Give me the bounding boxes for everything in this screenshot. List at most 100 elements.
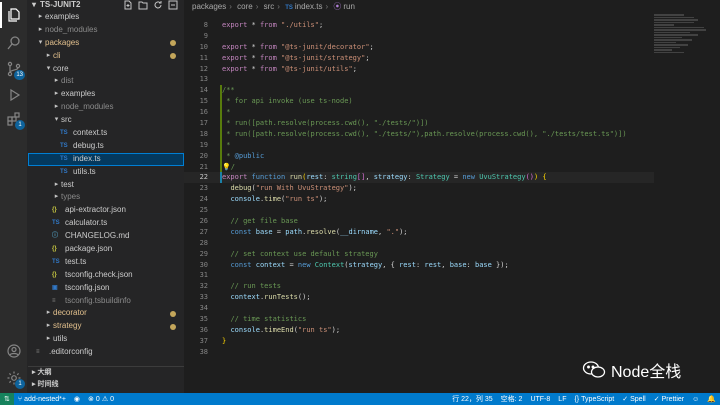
code-line[interactable]: 29 // set context use default strategy	[184, 249, 654, 260]
code-line[interactable]: 27 const base = path.resolve(__dirname, …	[184, 227, 654, 238]
tree-folder[interactable]: ▸ test	[28, 179, 184, 192]
code-line[interactable]: 26 // get file base	[184, 216, 654, 227]
new-folder-icon[interactable]	[138, 0, 148, 10]
code-line[interactable]: 15 * for api invoke (use ts-node)	[184, 96, 654, 108]
tree-folder[interactable]: ▸ dist	[28, 75, 184, 88]
breadcrumb-symbol[interactable]: run	[343, 2, 355, 11]
code-line[interactable]: 18 * run([path.resolve(process.cwd(), ".…	[184, 128, 654, 140]
search-icon[interactable]	[0, 30, 28, 56]
line-number: 20	[199, 151, 208, 160]
chevron-down-icon[interactable]: ▾	[32, 0, 36, 9]
tree-folder[interactable]: ▸ decorator	[28, 307, 184, 320]
code-line[interactable]: 8 export * from "./utils";	[184, 20, 654, 31]
code-line[interactable]: 33 context.runTests();	[184, 292, 654, 303]
code-line[interactable]: 38	[184, 347, 654, 358]
notifications-bell-icon[interactable]: 🔔	[703, 395, 720, 403]
bottom-panels: ▸ 大纲 ▸ 时间线	[28, 366, 184, 391]
tree-item-label: package.json	[65, 244, 113, 254]
activity-bar: 13 1 1	[0, 0, 28, 393]
code-line[interactable]: 22 export function run(rest: string[], st…	[184, 172, 654, 184]
tree-file[interactable]: TS utils.ts	[28, 166, 184, 179]
code-line[interactable]: 21 💡/	[184, 161, 654, 173]
tree-folder[interactable]: ▸ cli	[28, 50, 184, 63]
tree-file[interactable]: ▣ tsconfig.json	[28, 282, 184, 295]
settings-gear-icon[interactable]: 1	[0, 365, 28, 391]
minimap[interactable]	[654, 14, 710, 74]
code-line[interactable]: 31	[184, 270, 654, 281]
problems-status[interactable]: ⊗ 0 ⚠ 0	[84, 395, 118, 404]
tree-folder[interactable]: ▸ node_modules	[28, 101, 184, 114]
code-line[interactable]: 14 /**	[184, 85, 654, 97]
language-mode[interactable]: {} TypeScript	[570, 396, 618, 403]
breadcrumb-file[interactable]: index.ts	[295, 2, 323, 11]
code-line[interactable]: 20 * @public	[184, 150, 654, 162]
tree-file[interactable]: ≡ tsconfig.tsbuildinfo	[28, 295, 184, 308]
code-line[interactable]: 25	[184, 205, 654, 216]
tree-folder[interactable]: ▾ core	[28, 63, 184, 76]
code-line[interactable]: 19 *	[184, 139, 654, 151]
code-line[interactable]: 23 debug("run With UvuStrategy");	[184, 183, 654, 194]
encoding[interactable]: UTF-8	[526, 396, 554, 403]
tree-file[interactable]: TS debug.ts	[28, 140, 184, 153]
breadcrumb-packages[interactable]: packages	[192, 2, 226, 11]
tree-file[interactable]: ≡ .editorconfig	[28, 346, 184, 359]
spell-status[interactable]: ✓ Spell	[618, 395, 649, 404]
editor-scrollbar[interactable]	[712, 14, 720, 393]
code-line[interactable]: 12 export * from "@ts-junit/utils";	[184, 64, 654, 75]
code-line[interactable]: 35 // time statistics	[184, 314, 654, 325]
code-line[interactable]: 17 * run([path.resolve(process.cwd(), ".…	[184, 118, 654, 129]
code-line[interactable]: 34	[184, 303, 654, 314]
sync-status[interactable]: ◉	[70, 395, 84, 403]
tree-folder[interactable]: ▸ strategy	[28, 320, 184, 333]
source-control-icon[interactable]: 13	[0, 56, 28, 82]
refresh-icon[interactable]	[153, 0, 163, 10]
tree-folder[interactable]: ▾ src	[28, 114, 184, 127]
line-ending[interactable]: LF	[554, 396, 570, 403]
code-line[interactable]: 11 export * from "@ts-junit/strategy";	[184, 53, 654, 64]
tree-file[interactable]: TS test.ts	[28, 256, 184, 269]
new-file-icon[interactable]	[123, 0, 133, 10]
extensions-icon[interactable]: 1	[0, 106, 28, 132]
tree-file[interactable]: TS index.ts	[28, 152, 184, 166]
chevron-right-icon: ▸	[54, 77, 59, 85]
tree-file[interactable]: TS calculator.ts	[28, 217, 184, 230]
code-line[interactable]: 9	[184, 31, 654, 42]
account-icon[interactable]	[0, 338, 28, 364]
code-line[interactable]: 24 console.time("run ts");	[184, 194, 654, 205]
tree-file[interactable]: {} tsconfig.check.json	[28, 269, 184, 282]
remote-indicator[interactable]: ⇅	[0, 393, 14, 405]
breadcrumb-core[interactable]: core	[237, 2, 253, 11]
tree-item-label: utils	[53, 334, 68, 344]
code-line[interactable]: 16 *	[184, 107, 654, 119]
tree-file[interactable]: ⓘ CHANGELOG.md	[28, 230, 184, 243]
code-line[interactable]: 28	[184, 238, 654, 249]
code-line[interactable]: 37}	[184, 336, 654, 347]
prettier-status[interactable]: ✓ Prettier	[650, 395, 688, 404]
code-line[interactable]: 10 export * from "@ts-junit/decorator";	[184, 42, 654, 53]
chevron-right-icon: ▸	[54, 90, 59, 98]
breadcrumb-src[interactable]: src	[264, 2, 275, 11]
code-line[interactable]: 32 // run tests	[184, 281, 654, 292]
tree-folder[interactable]: ▸ node_modules	[28, 24, 184, 37]
tree-file[interactable]: {} api-extractor.json	[28, 204, 184, 217]
run-debug-icon[interactable]	[0, 82, 28, 108]
tree-file[interactable]: {} package.json	[28, 243, 184, 256]
tree-folder[interactable]: ▸ examples	[28, 11, 184, 24]
code-line[interactable]: 30 const context = new Context(strategy,…	[184, 260, 654, 271]
timeline-panel-header[interactable]: ▸ 时间线	[28, 379, 184, 391]
tree-folder[interactable]: ▸ types	[28, 191, 184, 204]
tree-file[interactable]: TS context.ts	[28, 127, 184, 140]
code-line[interactable]: 13	[184, 74, 654, 85]
explorer-icon[interactable]	[0, 2, 28, 28]
tree-folder[interactable]: ▸ utils	[28, 333, 184, 346]
tree-folder[interactable]: ▸ examples	[28, 88, 184, 101]
outline-panel-header[interactable]: ▸ 大纲	[28, 367, 184, 379]
feedback-icon[interactable]: ☺	[688, 396, 703, 403]
code-editor[interactable]: 8 export * from "./utils"; 9 10 export * fro…	[184, 20, 654, 358]
collapse-all-icon[interactable]	[168, 0, 178, 10]
code-line[interactable]: 36 console.timeEnd("run ts");	[184, 325, 654, 336]
indentation[interactable]: 空格: 2	[497, 394, 527, 404]
tree-folder[interactable]: ▾ packages	[28, 37, 184, 50]
branch-status[interactable]: ⑂ add-nested*+	[14, 396, 70, 403]
cursor-position[interactable]: 行 22，列 35	[448, 394, 496, 404]
